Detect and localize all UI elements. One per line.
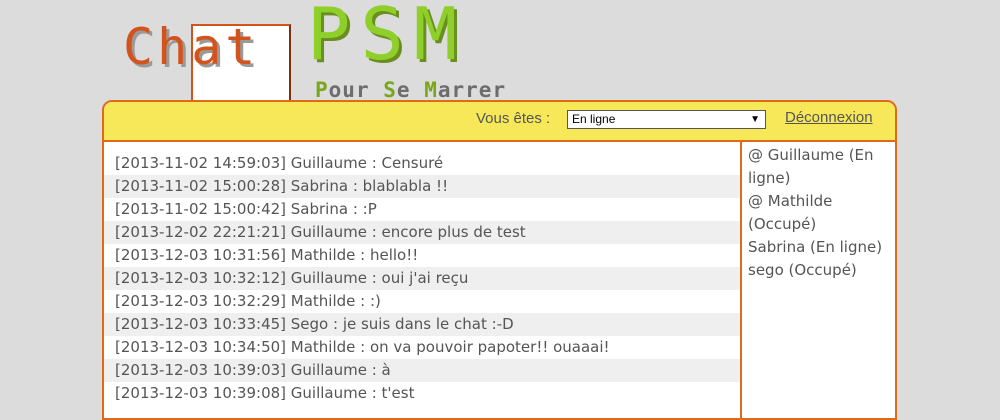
message-row: [2013-12-03 10:34:50] Mathilde : on va p… xyxy=(104,336,740,359)
message-row: [2013-12-03 10:39:03] Guillaume : à xyxy=(104,359,740,382)
message-row: [2013-12-03 10:31:56] Mathilde : hello!! xyxy=(104,244,740,267)
tagline-word-3: Marrer xyxy=(424,78,507,102)
status-select-value: En ligne xyxy=(572,112,616,126)
message-row: [2013-12-03 10:32:29] Mathilde : :) xyxy=(104,290,740,313)
logo-psm-text: PSM xyxy=(307,0,468,76)
user-item[interactable]: @ Guillaume (En ligne) xyxy=(748,144,891,190)
user-item[interactable]: Sabrina (En ligne) xyxy=(748,236,891,259)
chat-frame: Vous êtes : En ligne ▼ Déconnexion [2013… xyxy=(102,100,897,420)
message-row: [2013-11-02 15:00:42] Sabrina : :P xyxy=(104,198,740,221)
message-row: [2013-12-03 10:32:12] Guillaume : oui j'… xyxy=(104,267,740,290)
message-list: [2013-11-02 14:59:03] Guillaume : Censur… xyxy=(104,142,740,405)
logo-chat-text: Chat xyxy=(123,18,260,76)
tagline-word-1: Pour xyxy=(315,78,370,102)
user-item[interactable]: @ Mathilde (Occupé) xyxy=(748,190,891,236)
top-bar: Vous êtes : En ligne ▼ Déconnexion xyxy=(104,102,895,142)
message-row: [2013-11-02 15:00:28] Sabrina : blablabl… xyxy=(104,175,740,198)
logo-tagline: Pour Se Marrer xyxy=(315,78,506,102)
user-list: @ Guillaume (En ligne) @ Mathilde (Occupé… xyxy=(744,142,895,418)
status-select[interactable]: En ligne ▼ xyxy=(567,110,766,129)
message-row: [2013-12-03 10:33:45] Sego : je suis dan… xyxy=(104,313,740,336)
message-row: [2013-11-02 14:59:03] Guillaume : Censur… xyxy=(104,152,740,175)
chevron-down-icon: ▼ xyxy=(750,114,760,125)
site-logo: Chat PSM Pour Se Marrer xyxy=(115,0,535,105)
user-item[interactable]: sego (Occupé) xyxy=(748,259,891,282)
message-row: [2013-12-02 22:21:21] Guillaume : encore… xyxy=(104,221,740,244)
tagline-word-2: Se xyxy=(383,78,411,102)
status-label: Vous êtes : xyxy=(476,110,551,127)
message-row: [2013-12-03 10:39:08] Guillaume : t'est xyxy=(104,382,740,405)
message-panel[interactable]: [2013-11-02 14:59:03] Guillaume : Censur… xyxy=(104,142,742,418)
logout-link[interactable]: Déconnexion xyxy=(785,109,873,126)
